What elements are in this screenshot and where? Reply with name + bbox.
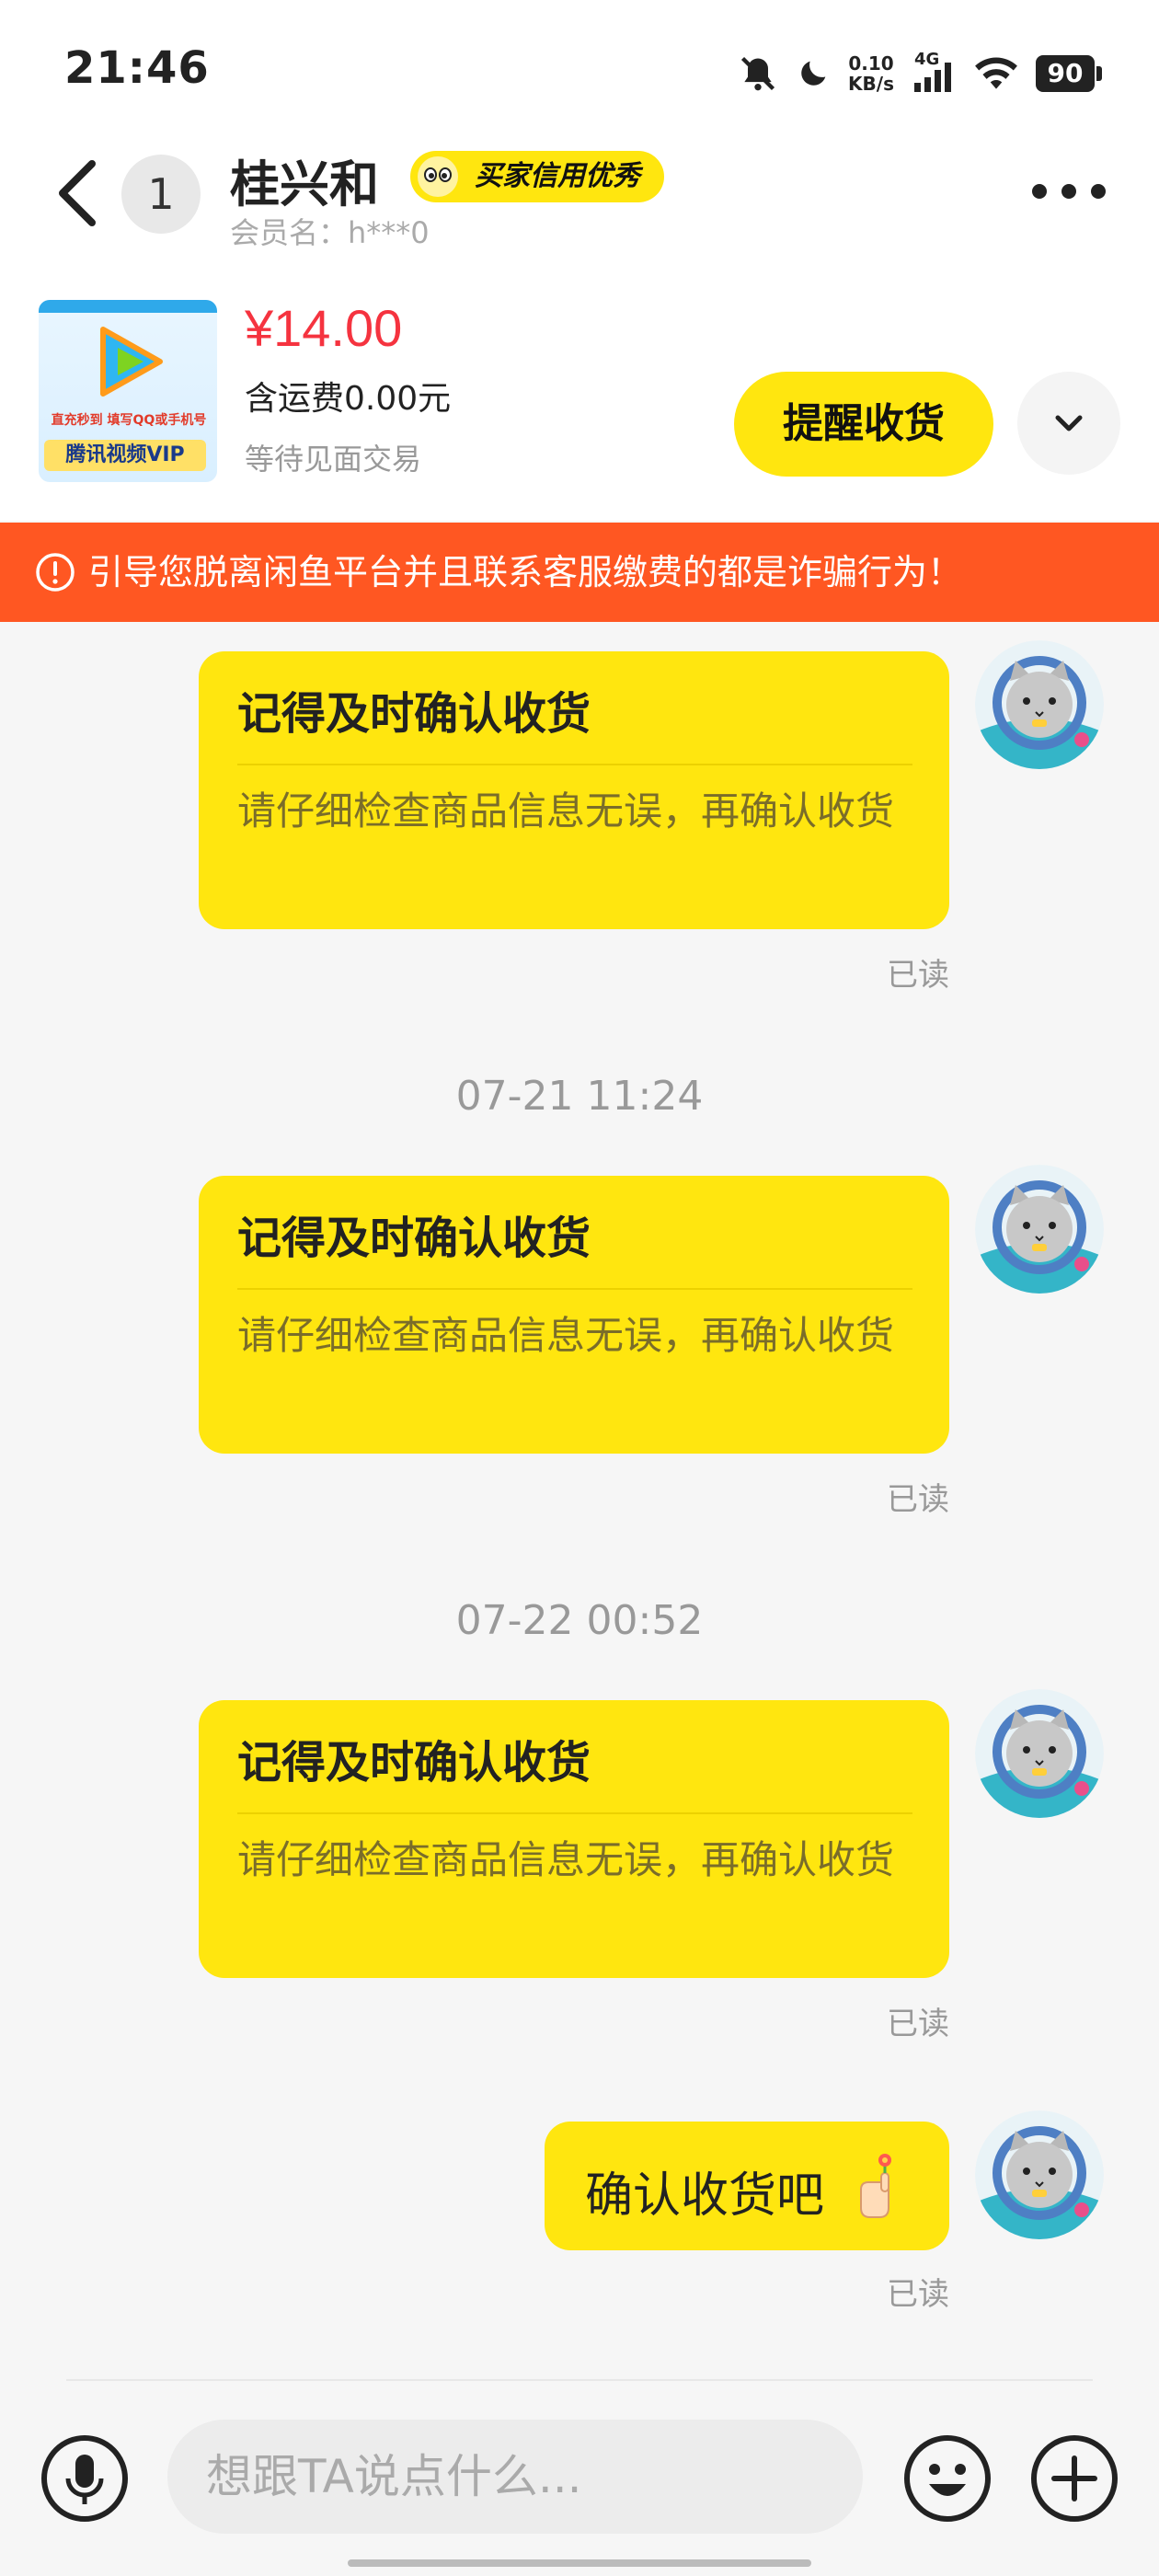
back-arrow-icon[interactable] (52, 156, 107, 230)
card-divider (237, 1812, 912, 1814)
chevron-down-icon (1055, 415, 1083, 431)
message-timestamp: 07-22 00:52 (455, 1597, 704, 1644)
card-body: 请仔细检查商品信息无误，再确认收货 (237, 1313, 895, 1358)
hand-flower-emoji-icon (860, 2154, 891, 2218)
text-message-bubble[interactable]: 确认收货吧 (545, 2122, 949, 2250)
moon-icon (801, 61, 826, 86)
net-speed: 0.10 KB/s (848, 52, 894, 95)
read-status: 已读 (887, 1481, 949, 1518)
unread-count-badge[interactable]: 1 (121, 155, 201, 234)
credit-badge[interactable]: 买家信用优秀 (410, 151, 664, 202)
fraud-warning-banner: 引导您脱离闲鱼平台并且联系客服缴费的都是诈骗行为！ (0, 523, 1159, 622)
message-timestamp: 07-21 11:24 (455, 1073, 704, 1120)
product-image[interactable]: 直充秒到 填写QQ或手机号 腾讯视频VIP (39, 300, 217, 482)
card-title: 记得及时确认收货 (237, 688, 591, 740)
read-status: 已读 (887, 2276, 949, 2313)
confirm-receipt-card[interactable]: 记得及时确认收货 请仔细检查商品信息无误，再确认收货 (199, 1176, 949, 1454)
message-input-placeholder: 想跟TA说点什么... (206, 2450, 582, 2503)
bell-muted-icon (740, 56, 775, 91)
tencent-video-logo-icon (100, 327, 163, 397)
trade-status: 等待见面交易 (245, 442, 422, 477)
fish-face-icon (418, 156, 458, 197)
contact-name[interactable]: 桂兴和 (230, 144, 379, 216)
fraud-warning-text: 引导您脱离闲鱼平台并且联系客服缴费的都是诈骗行为！ (88, 552, 963, 592)
product-image-label: 腾讯视频VIP (44, 440, 206, 471)
input-divider (66, 2379, 1093, 2381)
cat-astronaut-icon (975, 1165, 1104, 1294)
more-options-icon[interactable] (1032, 180, 1106, 202)
card-body: 请仔细检查商品信息无误，再确认收货 (237, 788, 895, 834)
message-input[interactable]: 想跟TA说点什么... (167, 2420, 863, 2534)
card-body: 请仔细检查商品信息无误，再确认收货 (237, 1837, 895, 1882)
microphone-icon[interactable] (39, 2432, 131, 2524)
plus-icon[interactable] (1028, 2432, 1120, 2524)
cat-astronaut-icon (975, 2110, 1104, 2239)
credit-badge-label: 买家信用优秀 (475, 160, 640, 192)
cell-signal-icon: 4G (911, 50, 957, 94)
read-status: 已读 (887, 2006, 949, 2042)
product-price: ¥14.00 (245, 299, 403, 357)
card-divider (237, 764, 912, 765)
message-text: 确认收货吧 (585, 2168, 825, 2224)
avatar[interactable] (975, 640, 1104, 769)
status-bar: 21:46 0.10 KB/s 4G 90 (0, 0, 1159, 138)
remind-receipt-button[interactable]: 提醒收货 (734, 372, 993, 477)
avatar[interactable] (975, 2110, 1104, 2239)
status-time: 21:46 (64, 42, 210, 94)
battery-icon: 90 (1036, 55, 1102, 92)
product-image-caption: 直充秒到 填写QQ或手机号 (51, 413, 207, 428)
card-title: 记得及时确认收货 (237, 1737, 591, 1788)
emoji-icon[interactable] (901, 2432, 993, 2524)
home-indicator[interactable] (348, 2559, 811, 2567)
expand-button[interactable] (1017, 372, 1120, 475)
shipping-fee: 含运费0.00元 (245, 380, 452, 418)
alert-circle-icon (36, 553, 75, 592)
wifi-icon (975, 57, 1017, 89)
avatar[interactable] (975, 1165, 1104, 1294)
read-status: 已读 (887, 957, 949, 994)
confirm-receipt-card[interactable]: 记得及时确认收货 请仔细检查商品信息无误，再确认收货 (199, 1700, 949, 1978)
avatar[interactable] (975, 1689, 1104, 1818)
card-divider (237, 1288, 912, 1290)
member-name: 会员名：h***0 (230, 215, 430, 250)
card-title: 记得及时确认收货 (237, 1213, 591, 1264)
cat-astronaut-icon (975, 640, 1104, 769)
confirm-receipt-card[interactable]: 记得及时确认收货 请仔细检查商品信息无误，再确认收货 (199, 651, 949, 929)
cat-astronaut-icon (975, 1689, 1104, 1818)
